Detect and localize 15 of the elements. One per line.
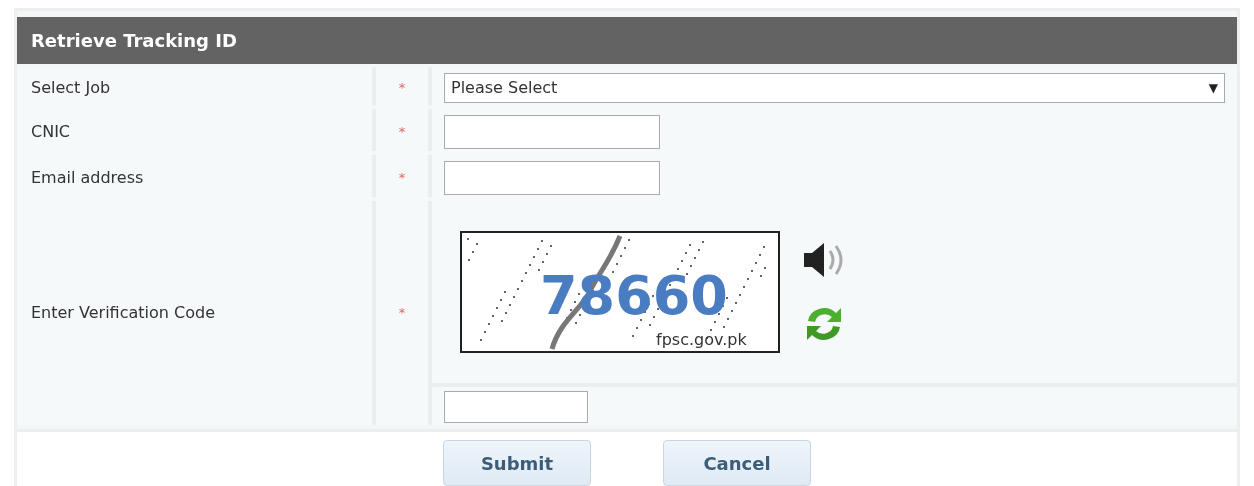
required-mark: * [398, 304, 406, 323]
text-field[interactable] [444, 115, 660, 149]
submit-button[interactable]: Submit [443, 440, 591, 486]
cancel-button[interactable]: Cancel [663, 440, 811, 486]
captcha-field[interactable] [444, 391, 588, 423]
required-mark: * [398, 169, 406, 188]
panel-title: Retrieve Tracking ID [17, 17, 1237, 64]
required-mark: * [398, 79, 406, 98]
job-select[interactable]: Please Select ▼ [444, 73, 1225, 103]
field-label: Enter Verification Code [31, 302, 215, 324]
required-mark: * [398, 123, 406, 142]
field-label: CNIC [31, 121, 71, 143]
text-field[interactable] [444, 161, 660, 195]
field-label: Select Job [31, 77, 111, 99]
field-label: Email address [31, 167, 144, 189]
